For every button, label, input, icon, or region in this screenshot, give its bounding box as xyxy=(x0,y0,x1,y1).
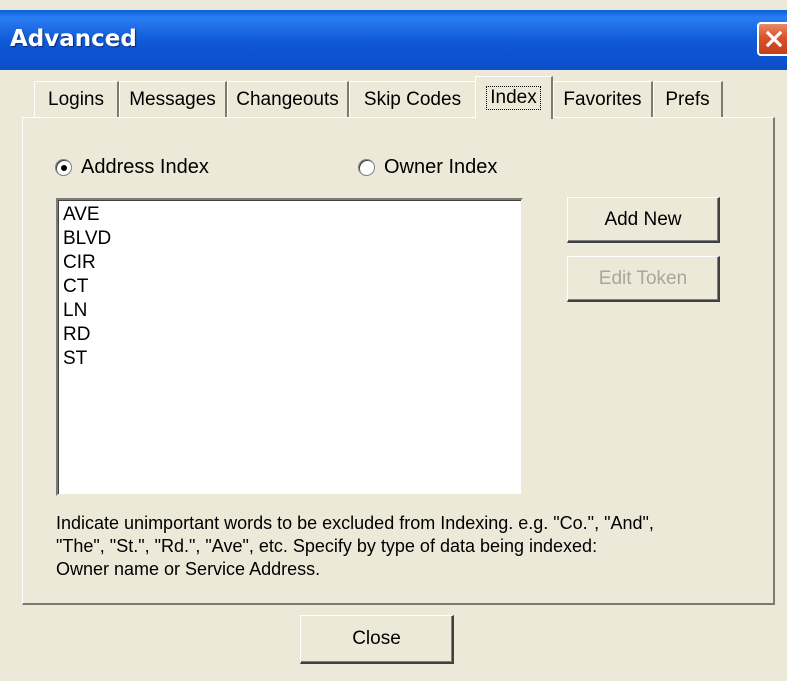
index-help-text: Indicate unimportant words to be exclude… xyxy=(56,513,654,579)
radio-unchecked-icon xyxy=(358,159,375,176)
title-bar[interactable]: Advanced xyxy=(0,10,787,70)
close-button[interactable]: Close xyxy=(300,615,454,664)
tab-changeouts[interactable]: Changeouts xyxy=(227,81,349,118)
tab-prefs[interactable]: Prefs xyxy=(653,81,723,118)
list-item[interactable]: RD xyxy=(63,323,521,347)
list-item[interactable]: CIR xyxy=(63,251,521,275)
tab-label: Changeouts xyxy=(236,89,339,110)
add-new-button[interactable]: Add New xyxy=(567,197,720,243)
tab-messages[interactable]: Messages xyxy=(119,81,227,118)
tab-label: Messages xyxy=(129,89,216,110)
tab-label: Prefs xyxy=(665,89,710,110)
radio-checked-icon xyxy=(55,159,72,176)
address-index-radio[interactable]: Address Index xyxy=(55,156,209,179)
tab-label: Index xyxy=(486,86,541,110)
tab-label: Favorites xyxy=(563,89,642,110)
advanced-dialog: Advanced Logins Messages Changeouts Skip… xyxy=(0,0,787,681)
token-listbox[interactable]: AVE BLVD CIR CT LN RD ST xyxy=(56,198,523,496)
close-x-icon xyxy=(765,30,783,48)
window-title: Advanced xyxy=(10,26,137,52)
tab-skip-codes[interactable]: Skip Codes xyxy=(349,81,477,118)
tab-label: Skip Codes xyxy=(363,89,462,110)
tab-index[interactable]: Index xyxy=(475,76,553,119)
owner-index-label: Owner Index xyxy=(384,156,498,178)
edit-token-button[interactable]: Edit Token xyxy=(567,256,720,302)
address-index-label: Address Index xyxy=(81,156,209,178)
list-item[interactable]: LN xyxy=(63,299,521,323)
tab-favorites[interactable]: Favorites xyxy=(553,81,653,118)
edit-token-label: Edit Token xyxy=(598,267,688,289)
tab-strip: Logins Messages Changeouts Skip Codes In… xyxy=(0,70,787,119)
list-item[interactable]: CT xyxy=(63,275,521,299)
list-item[interactable]: AVE xyxy=(63,203,521,227)
close-window-button[interactable] xyxy=(757,22,787,56)
close-button-label: Close xyxy=(352,628,401,649)
tab-logins[interactable]: Logins xyxy=(34,81,119,118)
add-new-label: Add New xyxy=(604,208,682,230)
owner-index-radio[interactable]: Owner Index xyxy=(358,156,497,179)
tab-label: Logins xyxy=(48,89,104,110)
list-item[interactable]: ST xyxy=(63,347,521,371)
list-item[interactable]: BLVD xyxy=(63,227,521,251)
